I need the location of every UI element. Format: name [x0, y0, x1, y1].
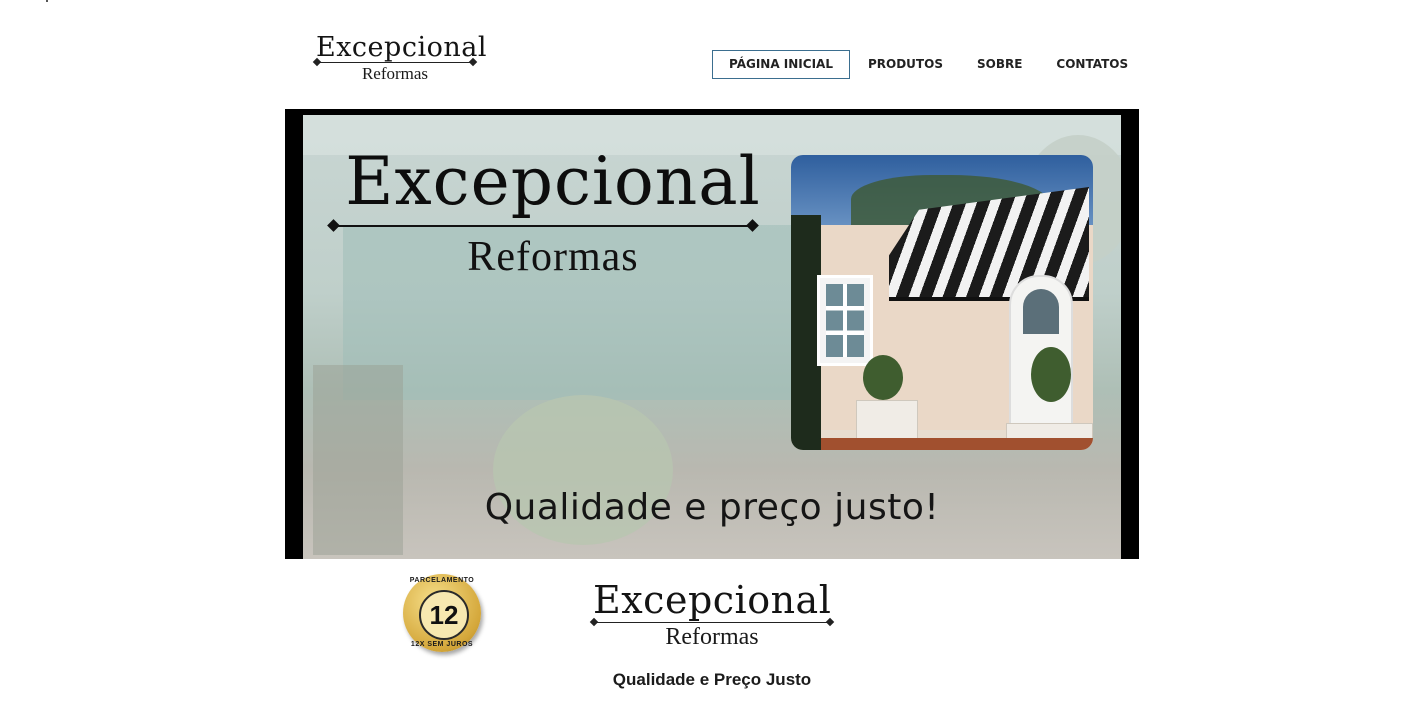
badge-center: 12	[419, 590, 469, 640]
site-logo[interactable]: Excepcional Reformas	[316, 32, 487, 88]
tagline: Qualidade e Preço Justo	[612, 670, 812, 689]
hero-tagline: Qualidade e preço justo!	[484, 487, 940, 528]
hero-logo-divider	[333, 225, 753, 227]
footer-logo-divider	[593, 622, 831, 623]
logo-word: Excepcional	[316, 32, 487, 63]
logo-divider	[316, 62, 474, 63]
photo-tree-left	[863, 355, 903, 400]
hero-banner: Excepcional Reformas Qualidade e preço j…	[285, 109, 1139, 559]
hero-logo-subtitle: Reformas	[467, 234, 639, 280]
hero-logo-word: Excepcional	[345, 143, 761, 220]
nav-item-produtos[interactable]: PRODUTOS	[852, 51, 959, 78]
nav-item-contatos[interactable]: CONTATOS	[1040, 51, 1144, 78]
photo-planter-left	[856, 400, 918, 440]
stray-dot	[46, 0, 48, 2]
logo-subtitle: Reformas	[361, 64, 429, 83]
awning-photo	[791, 155, 1093, 450]
main-nav: PÁGINA INICIAL PRODUTOS SOBRE CONTATOS	[712, 50, 1146, 79]
nav-item-pagina-inicial[interactable]: PÁGINA INICIAL	[712, 50, 850, 79]
badge-top-text: PARCELAMENTO	[409, 577, 475, 584]
installment-badge: PARCELAMENTO 12 12X SEM JUROS	[403, 574, 481, 652]
photo-tree-right	[1031, 347, 1071, 402]
photo-window	[817, 275, 873, 366]
footer-logo-word: Excepcional	[593, 578, 832, 622]
photo-porch-floor	[821, 438, 1093, 450]
hero-image: Excepcional Reformas Qualidade e preço j…	[303, 115, 1121, 559]
footer-logo: Excepcional Reformas	[593, 578, 831, 656]
nav-item-sobre[interactable]: SOBRE	[961, 51, 1038, 78]
footer-logo-subtitle: Reformas	[665, 624, 759, 650]
badge-number: 12	[429, 600, 459, 630]
badge-bottom-text: 12X SEM JUROS	[410, 641, 474, 648]
